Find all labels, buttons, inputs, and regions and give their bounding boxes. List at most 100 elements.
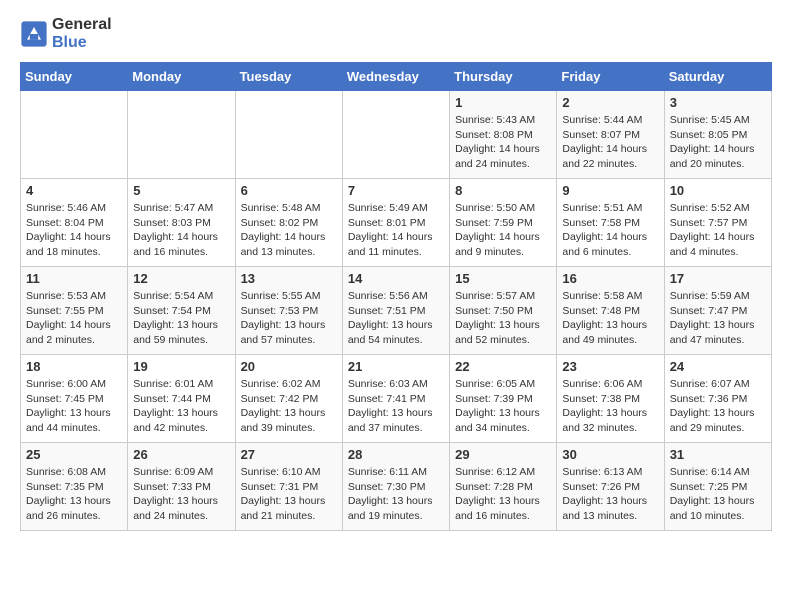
day-number: 13 (241, 271, 337, 286)
day-info: Sunrise: 5:43 AMSunset: 8:08 PMDaylight:… (455, 113, 551, 172)
calendar-cell: 11 Sunrise: 5:53 AMSunset: 7:55 PMDayligh… (21, 267, 128, 355)
calendar-cell: 25Sunrise: 6:08 AMSunset: 7:35 PMDayligh… (21, 443, 128, 531)
day-number: 1 (455, 95, 551, 110)
day-header-friday: Friday (557, 63, 664, 91)
calendar-cell: 14 Sunrise: 5:56 AMSunset: 7:51 PMDayligh… (342, 267, 449, 355)
calendar-cell: 2 Sunrise: 5:44 AMSunset: 8:07 PMDaylight… (557, 91, 664, 179)
day-header-thursday: Thursday (450, 63, 557, 91)
day-number: 11 (26, 271, 122, 286)
header: General Blue (20, 16, 772, 52)
day-number: 20 (241, 359, 337, 374)
day-info: Sunrise: 6:01 AMSunset: 7:44 PMDaylight:… (133, 377, 229, 436)
day-number: 15 (455, 271, 551, 286)
calendar-cell: 26 Sunrise: 6:09 AMSunset: 7:33 PMDayligh… (128, 443, 235, 531)
day-info: Sunrise: 5:47 AMSunset: 8:03 PMDaylight:… (133, 201, 229, 260)
calendar-cell: 4Sunrise: 5:46 AMSunset: 8:04 PMDaylight… (21, 179, 128, 267)
day-info: Sunrise: 6:07 AMSunset: 7:36 PMDaylight:… (670, 377, 766, 436)
day-info: Sunrise: 6:05 AMSunset: 7:39 PMDaylight:… (455, 377, 551, 436)
calendar-cell: 15 Sunrise: 5:57 AMSunset: 7:50 PMDayligh… (450, 267, 557, 355)
day-info: Sunrise: 6:03 AMSunset: 7:41 PMDaylight:… (348, 377, 444, 436)
calendar-cell: 30 Sunrise: 6:13 AMSunset: 7:26 PMDayligh… (557, 443, 664, 531)
day-info: Sunrise: 6:14 AMSunset: 7:25 PMDaylight:… (670, 465, 766, 524)
calendar-cell: 3Sunrise: 5:45 AMSunset: 8:05 PMDaylight… (664, 91, 771, 179)
calendar-cell: 12 Sunrise: 5:54 AMSunset: 7:54 PMDayligh… (128, 267, 235, 355)
calendar-cell (235, 91, 342, 179)
day-info: Sunrise: 5:59 AMSunset: 7:47 PMDaylight:… (670, 289, 766, 348)
calendar-cell: 28 Sunrise: 6:11 AMSunset: 7:30 PMDayligh… (342, 443, 449, 531)
day-number: 25 (26, 447, 122, 462)
day-number: 7 (348, 183, 444, 198)
day-header-wednesday: Wednesday (342, 63, 449, 91)
day-info: Sunrise: 5:54 AMSunset: 7:54 PMDaylight:… (133, 289, 229, 348)
calendar-cell: 9 Sunrise: 5:51 AMSunset: 7:58 PMDaylight… (557, 179, 664, 267)
calendar-cell (128, 91, 235, 179)
calendar-cell: 29 Sunrise: 6:12 AMSunset: 7:28 PMDayligh… (450, 443, 557, 531)
calendar-cell: 8Sunrise: 5:50 AMSunset: 7:59 PMDaylight… (450, 179, 557, 267)
day-number: 26 (133, 447, 229, 462)
day-number: 9 (562, 183, 658, 198)
calendar-cell: 19 Sunrise: 6:01 AMSunset: 7:44 PMDayligh… (128, 355, 235, 443)
calendar-cell: 23Sunrise: 6:06 AMSunset: 7:38 PMDayligh… (557, 355, 664, 443)
day-number: 2 (562, 95, 658, 110)
calendar-cell: 5 Sunrise: 5:47 AMSunset: 8:03 PMDaylight… (128, 179, 235, 267)
day-info: Sunrise: 6:10 AMSunset: 7:31 PMDaylight:… (241, 465, 337, 524)
day-info: Sunrise: 5:46 AMSunset: 8:04 PMDaylight:… (26, 201, 122, 260)
day-info: Sunrise: 6:13 AMSunset: 7:26 PMDaylight:… (562, 465, 658, 524)
day-header-saturday: Saturday (664, 63, 771, 91)
day-info: Sunrise: 6:02 AMSunset: 7:42 PMDaylight:… (241, 377, 337, 436)
day-info: Sunrise: 5:49 AMSunset: 8:01 PMDaylight:… (348, 201, 444, 260)
calendar-cell: 17 Sunrise: 5:59 AMSunset: 7:47 PMDayligh… (664, 267, 771, 355)
calendar-cell: 27Sunrise: 6:10 AMSunset: 7:31 PMDayligh… (235, 443, 342, 531)
week-row-3: 11 Sunrise: 5:53 AMSunset: 7:55 PMDayligh… (21, 267, 772, 355)
day-number: 30 (562, 447, 658, 462)
day-header-monday: Monday (128, 63, 235, 91)
day-number: 14 (348, 271, 444, 286)
day-info: Sunrise: 5:55 AMSunset: 7:53 PMDaylight:… (241, 289, 337, 348)
day-number: 17 (670, 271, 766, 286)
logo-icon (20, 20, 48, 48)
calendar-cell: 20 Sunrise: 6:02 AMSunset: 7:42 PMDayligh… (235, 355, 342, 443)
day-number: 21 (348, 359, 444, 374)
calendar-cell: 24Sunrise: 6:07 AMSunset: 7:36 PMDayligh… (664, 355, 771, 443)
logo: General Blue (20, 16, 112, 52)
calendar-cell: 6Sunrise: 5:48 AMSunset: 8:02 PMDaylight… (235, 179, 342, 267)
calendar-table: SundayMondayTuesdayWednesdayThursdayFrid… (20, 62, 772, 531)
week-row-4: 18 Sunrise: 6:00 AMSunset: 7:45 PMDayligh… (21, 355, 772, 443)
day-number: 28 (348, 447, 444, 462)
calendar-cell: 18 Sunrise: 6:00 AMSunset: 7:45 PMDayligh… (21, 355, 128, 443)
day-info: Sunrise: 6:00 AMSunset: 7:45 PMDaylight:… (26, 377, 122, 436)
day-header-tuesday: Tuesday (235, 63, 342, 91)
calendar-cell: 1 Sunrise: 5:43 AMSunset: 8:08 PMDaylight… (450, 91, 557, 179)
day-info: Sunrise: 5:53 AMSunset: 7:55 PMDaylight:… (26, 289, 122, 348)
day-number: 12 (133, 271, 229, 286)
day-number: 22 (455, 359, 551, 374)
day-number: 8 (455, 183, 551, 198)
logo-text: General Blue (52, 16, 112, 52)
day-info: Sunrise: 5:45 AMSunset: 8:05 PMDaylight:… (670, 113, 766, 172)
week-row-1: 1 Sunrise: 5:43 AMSunset: 8:08 PMDaylight… (21, 91, 772, 179)
day-info: Sunrise: 5:56 AMSunset: 7:51 PMDaylight:… (348, 289, 444, 348)
day-number: 29 (455, 447, 551, 462)
day-info: Sunrise: 6:11 AMSunset: 7:30 PMDaylight:… (348, 465, 444, 524)
day-info: Sunrise: 6:12 AMSunset: 7:28 PMDaylight:… (455, 465, 551, 524)
day-info: Sunrise: 5:51 AMSunset: 7:58 PMDaylight:… (562, 201, 658, 260)
calendar-cell: 21 Sunrise: 6:03 AMSunset: 7:41 PMDayligh… (342, 355, 449, 443)
day-number: 16 (562, 271, 658, 286)
day-number: 23 (562, 359, 658, 374)
day-info: Sunrise: 6:09 AMSunset: 7:33 PMDaylight:… (133, 465, 229, 524)
day-info: Sunrise: 5:48 AMSunset: 8:02 PMDaylight:… (241, 201, 337, 260)
calendar-cell: 16 Sunrise: 5:58 AMSunset: 7:48 PMDayligh… (557, 267, 664, 355)
day-info: Sunrise: 5:57 AMSunset: 7:50 PMDaylight:… (455, 289, 551, 348)
day-info: Sunrise: 5:44 AMSunset: 8:07 PMDaylight:… (562, 113, 658, 172)
day-info: Sunrise: 5:52 AMSunset: 7:57 PMDaylight:… (670, 201, 766, 260)
day-number: 5 (133, 183, 229, 198)
day-number: 18 (26, 359, 122, 374)
day-number: 31 (670, 447, 766, 462)
day-number: 19 (133, 359, 229, 374)
calendar-cell: 7 Sunrise: 5:49 AMSunset: 8:01 PMDaylight… (342, 179, 449, 267)
day-number: 10 (670, 183, 766, 198)
calendar-cell: 13 Sunrise: 5:55 AMSunset: 7:53 PMDayligh… (235, 267, 342, 355)
calendar-cell: 31 Sunrise: 6:14 AMSunset: 7:25 PMDayligh… (664, 443, 771, 531)
header-row: SundayMondayTuesdayWednesdayThursdayFrid… (21, 63, 772, 91)
day-info: Sunrise: 5:58 AMSunset: 7:48 PMDaylight:… (562, 289, 658, 348)
